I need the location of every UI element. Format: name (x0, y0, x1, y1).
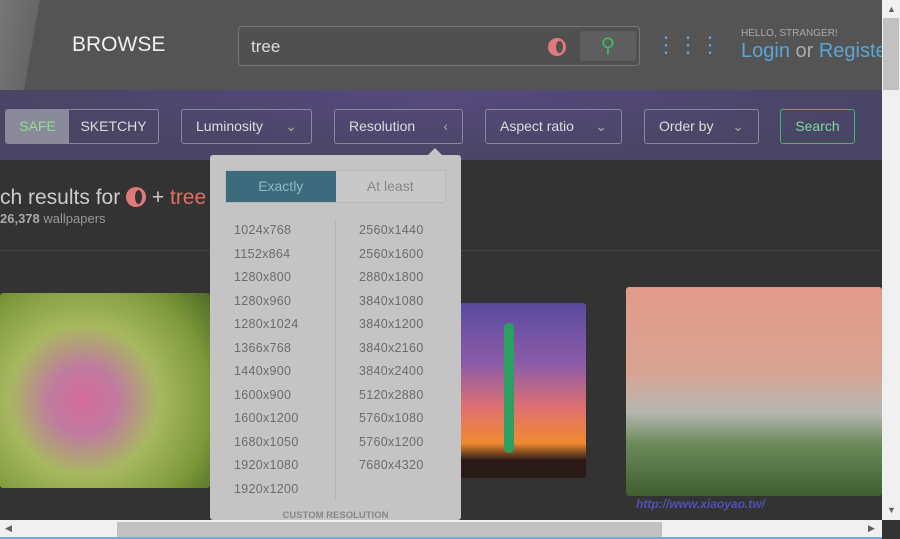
aspect-ratio-dropdown[interactable]: Aspect ratio ⌄ (485, 109, 622, 144)
luminosity-dropdown[interactable]: Luminosity ⌄ (181, 109, 312, 144)
aspect-ratio-label: Aspect ratio (500, 118, 574, 134)
logo[interactable] (0, 0, 50, 90)
wallpaper-thumbnail[interactable] (460, 303, 586, 478)
resolution-option[interactable]: 1600x1200 (234, 407, 299, 431)
resolution-option[interactable]: 1440x900 (234, 360, 299, 384)
wallpaper-thumbnail[interactable] (626, 287, 882, 496)
custom-resolution-label: CUSTOM RESOLUTION (282, 510, 389, 520)
login-link[interactable]: Login (741, 40, 790, 62)
resolution-option[interactable]: 1280x800 (234, 266, 299, 290)
scroll-right-icon[interactable]: ▶ (868, 523, 875, 534)
color-filter-icon (126, 187, 147, 207)
resolution-mode-toggle[interactable]: Exactly At least (225, 170, 446, 203)
scroll-down-icon[interactable]: ▼ (887, 505, 896, 515)
resolution-option[interactable]: 1920x1200 (234, 478, 299, 502)
resolution-option[interactable]: 1600x900 (234, 384, 299, 408)
luminosity-label: Luminosity (196, 118, 263, 134)
resolution-option[interactable]: 1280x960 (234, 290, 299, 314)
resolution-option[interactable]: 1280x1024 (234, 313, 299, 337)
resolution-option[interactable]: 3840x2400 (359, 360, 424, 384)
wallpaper-thumbnail[interactable] (0, 293, 210, 488)
page-title[interactable]: BROWSE (72, 33, 165, 57)
resolution-dropdown[interactable]: Resolution ‹ (334, 109, 463, 144)
safe-button[interactable]: SAFE (6, 110, 69, 143)
resolution-option[interactable]: 7680x4320 (359, 454, 424, 478)
watermark: http://www.xiaoyao.tw/ (636, 497, 765, 511)
resolution-option[interactable]: 1920x1080 (234, 454, 299, 478)
resolution-option[interactable]: 5760x1200 (359, 431, 424, 455)
order-by-dropdown[interactable]: Order by ⌄ (644, 109, 759, 144)
column-divider (335, 219, 336, 499)
resolution-option[interactable]: 3840x1200 (359, 313, 424, 337)
resolution-option[interactable]: 1366x768 (234, 337, 299, 361)
resolution-option[interactable]: 5120x2880 (359, 384, 424, 408)
results-heading: ch results for + tree (0, 186, 206, 210)
search-button[interactable]: Search (780, 109, 855, 144)
resolution-panel: Exactly At least 1024x768 1152x864 1280x80… (210, 155, 461, 520)
sketchy-button[interactable]: SKETCHY (69, 110, 158, 143)
resolution-label: Resolution (349, 118, 416, 134)
resolution-option[interactable]: 1680x1050 (234, 431, 299, 455)
resolution-option[interactable]: 1024x768 (234, 219, 299, 243)
count-suffix: wallpapers (39, 211, 106, 226)
search-input[interactable]: tree ⚲ (238, 26, 640, 66)
settings-sliders-icon[interactable]: ⋮⋮⋮ (655, 32, 721, 58)
color-filter-icon[interactable] (548, 38, 566, 56)
results-prefix: ch results for (0, 186, 127, 209)
resolution-option[interactable]: 1152x864 (234, 243, 299, 267)
resolution-option[interactable]: 5760x1080 (359, 407, 424, 431)
chevron-down-icon: ⌄ (285, 118, 297, 134)
chevron-down-icon: ⌄ (595, 118, 607, 134)
search-term: tree (169, 186, 207, 209)
search-icon-button[interactable]: ⚲ (580, 31, 636, 61)
order-by-label: Order by (659, 118, 714, 134)
results-count: 26,378 wallpapers (0, 211, 106, 226)
chevron-left-icon: ‹ (443, 118, 448, 134)
mode-exactly[interactable]: Exactly (226, 171, 336, 202)
dropdown-arrow (428, 148, 442, 155)
or-text: or (789, 40, 819, 62)
resolution-option[interactable]: 2560x1600 (359, 243, 424, 267)
scroll-left-icon[interactable]: ◀ (5, 523, 12, 534)
resolution-option[interactable]: 2560x1440 (359, 219, 424, 243)
search-query[interactable]: tree (251, 37, 280, 57)
mode-at-least[interactable]: At least (335, 171, 445, 202)
resolution-option[interactable]: 3840x2160 (359, 337, 424, 361)
purity-toggle[interactable]: SAFE SKETCHY (5, 109, 159, 144)
chevron-down-icon: ⌄ (732, 118, 744, 134)
resolution-list-left: 1024x768 1152x864 1280x800 1280x960 1280x102… (234, 219, 299, 501)
vertical-scroll-thumb[interactable] (883, 18, 899, 90)
greeting: HELLO, STRANGER! (741, 28, 838, 39)
resolution-option[interactable]: 2880x1800 (359, 266, 424, 290)
count-value: 26,378 (0, 211, 40, 226)
resolution-option[interactable]: 3840x1080 (359, 290, 424, 314)
resolution-list-right: 2560x1440 2560x1600 2880x1800 3840x1080 3840… (359, 219, 424, 478)
horizontal-scroll-thumb[interactable] (117, 522, 662, 537)
plus-text: + (146, 186, 170, 209)
scroll-up-icon[interactable]: ▲ (887, 4, 896, 14)
auth-links: Login or Register (741, 40, 893, 63)
